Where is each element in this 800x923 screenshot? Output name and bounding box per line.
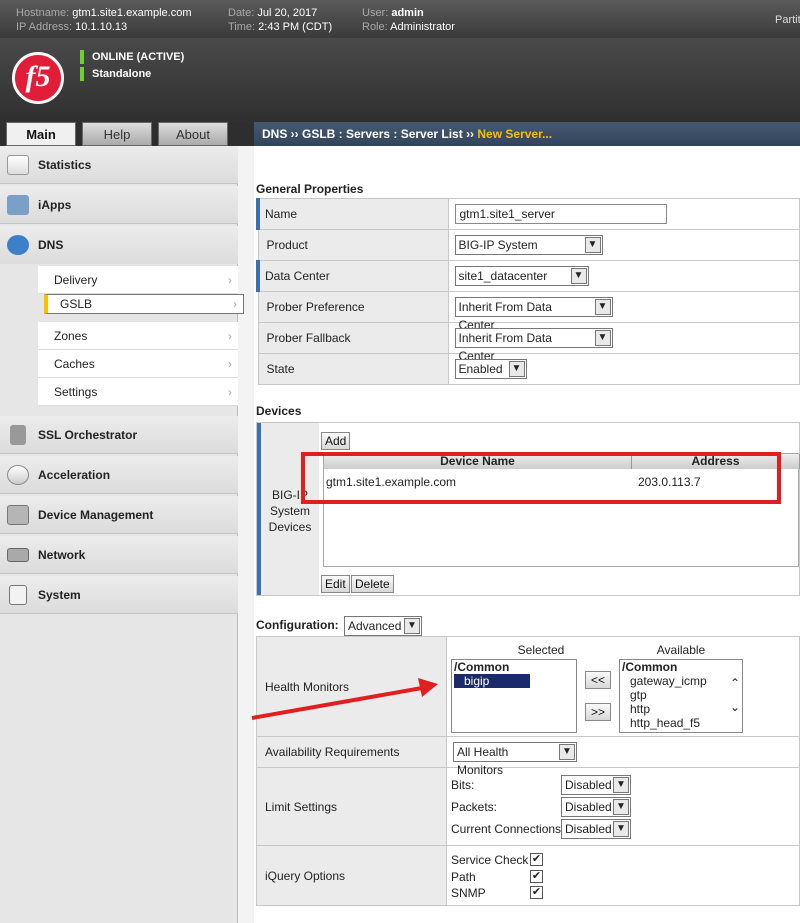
annotation-arrow [251,678,438,720]
arrow-line [251,686,423,720]
arrow-head [418,678,438,697]
